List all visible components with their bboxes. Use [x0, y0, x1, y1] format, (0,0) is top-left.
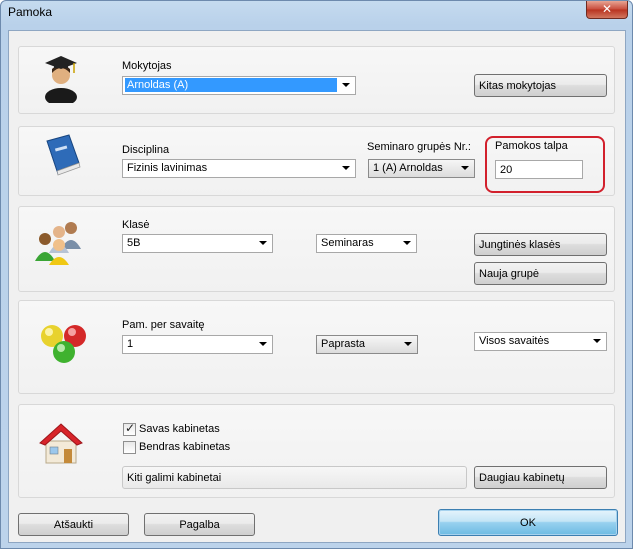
close-button[interactable]: ✕ — [586, 1, 628, 19]
rooms-panel: ✓ Savas kabinetas Bendras kabinetas Kiti… — [18, 404, 615, 498]
close-icon: ✕ — [601, 2, 613, 16]
chevron-down-icon — [403, 241, 411, 245]
window-title: Pamoka — [8, 5, 53, 19]
per-week-value: 1 — [127, 338, 134, 350]
discipline-value: Fizinis lavinimas — [127, 162, 208, 174]
seminar-group-select[interactable]: 1 (A) Arnoldas — [368, 159, 475, 178]
discipline-select[interactable]: Fizinis lavinimas — [122, 159, 356, 178]
dialog-window: Pamoka ✕ Mokytojas Arnoldas (A) Kitas mo… — [0, 0, 633, 549]
other-rooms-button[interactable]: Kiti galimi kabinetai — [122, 466, 467, 489]
chevron-down-icon — [404, 342, 412, 346]
other-teacher-button[interactable]: Kitas mokytojas — [474, 74, 607, 97]
cancel-button[interactable]: Atšaukti — [18, 513, 129, 536]
people-icon — [35, 222, 81, 265]
chevron-down-icon — [259, 342, 267, 346]
class-panel: Klasė 5B Seminaras Jungtinės klasės Nauj… — [18, 206, 615, 292]
seminar-group-value: 1 (A) Arnoldas — [373, 162, 443, 174]
teacher-select[interactable]: Arnoldas (A) — [122, 76, 356, 95]
own-room-checkbox[interactable]: ✓ — [123, 421, 136, 436]
teacher-panel: Mokytojas Arnoldas (A) Kitas mokytojas — [18, 46, 615, 114]
chevron-down-icon — [342, 83, 350, 87]
book-icon — [46, 134, 81, 176]
graduate-icon — [45, 56, 77, 103]
capacity-input[interactable]: 20 — [495, 160, 583, 179]
check-icon: ✓ — [125, 421, 136, 435]
discipline-label: Disciplina — [122, 144, 170, 156]
new-group-button[interactable]: Nauja grupė — [474, 262, 607, 285]
title-bar: Pamoka ✕ — [1, 1, 632, 23]
chevron-down-icon — [259, 241, 267, 245]
class-value: 5B — [127, 237, 141, 249]
shared-room-label: Bendras kabinetas — [139, 441, 231, 453]
teacher-value: Arnoldas (A) — [125, 78, 337, 92]
lesson-kind-select[interactable]: Paprasta — [316, 335, 418, 354]
ok-button[interactable]: OK — [438, 509, 618, 536]
weeks-select[interactable]: Visos savaitės — [474, 332, 607, 351]
chevron-down-icon — [461, 166, 469, 170]
teacher-label: Mokytojas — [122, 60, 172, 72]
discipline-panel: Disciplina Fizinis lavinimas Seminaro gr… — [18, 126, 615, 196]
chevron-down-icon — [593, 339, 601, 343]
more-rooms-button[interactable]: Daugiau kabinetų — [474, 466, 607, 489]
class-label: Klasė — [122, 219, 150, 231]
lesson-type-value: Seminaras — [321, 237, 374, 249]
help-button[interactable]: Pagalba — [144, 513, 255, 536]
own-room-label: Savas kabinetas — [139, 423, 220, 435]
per-week-select[interactable]: 1 — [122, 335, 273, 354]
balls-icon — [41, 325, 86, 363]
dialog-body: Mokytojas Arnoldas (A) Kitas mokytojas D… — [8, 30, 626, 543]
seminar-group-label: Seminaro grupės Nr.: — [367, 141, 471, 153]
joined-classes-button[interactable]: Jungtinės klasės — [474, 233, 607, 256]
per-week-label: Pam. per savaitę — [122, 319, 205, 331]
class-select[interactable]: 5B — [122, 234, 273, 253]
chevron-down-icon — [342, 166, 350, 170]
capacity-label: Pamokos talpa — [495, 140, 568, 152]
weeks-value: Visos savaitės — [479, 335, 550, 347]
schedule-panel: Pam. per savaitę 1 Paprasta Visos savait… — [18, 300, 615, 394]
lesson-kind-value: Paprasta — [321, 338, 366, 350]
lesson-type-select[interactable]: Seminaras — [316, 234, 417, 253]
shared-room-checkbox[interactable] — [123, 441, 136, 454]
house-icon — [39, 423, 83, 464]
